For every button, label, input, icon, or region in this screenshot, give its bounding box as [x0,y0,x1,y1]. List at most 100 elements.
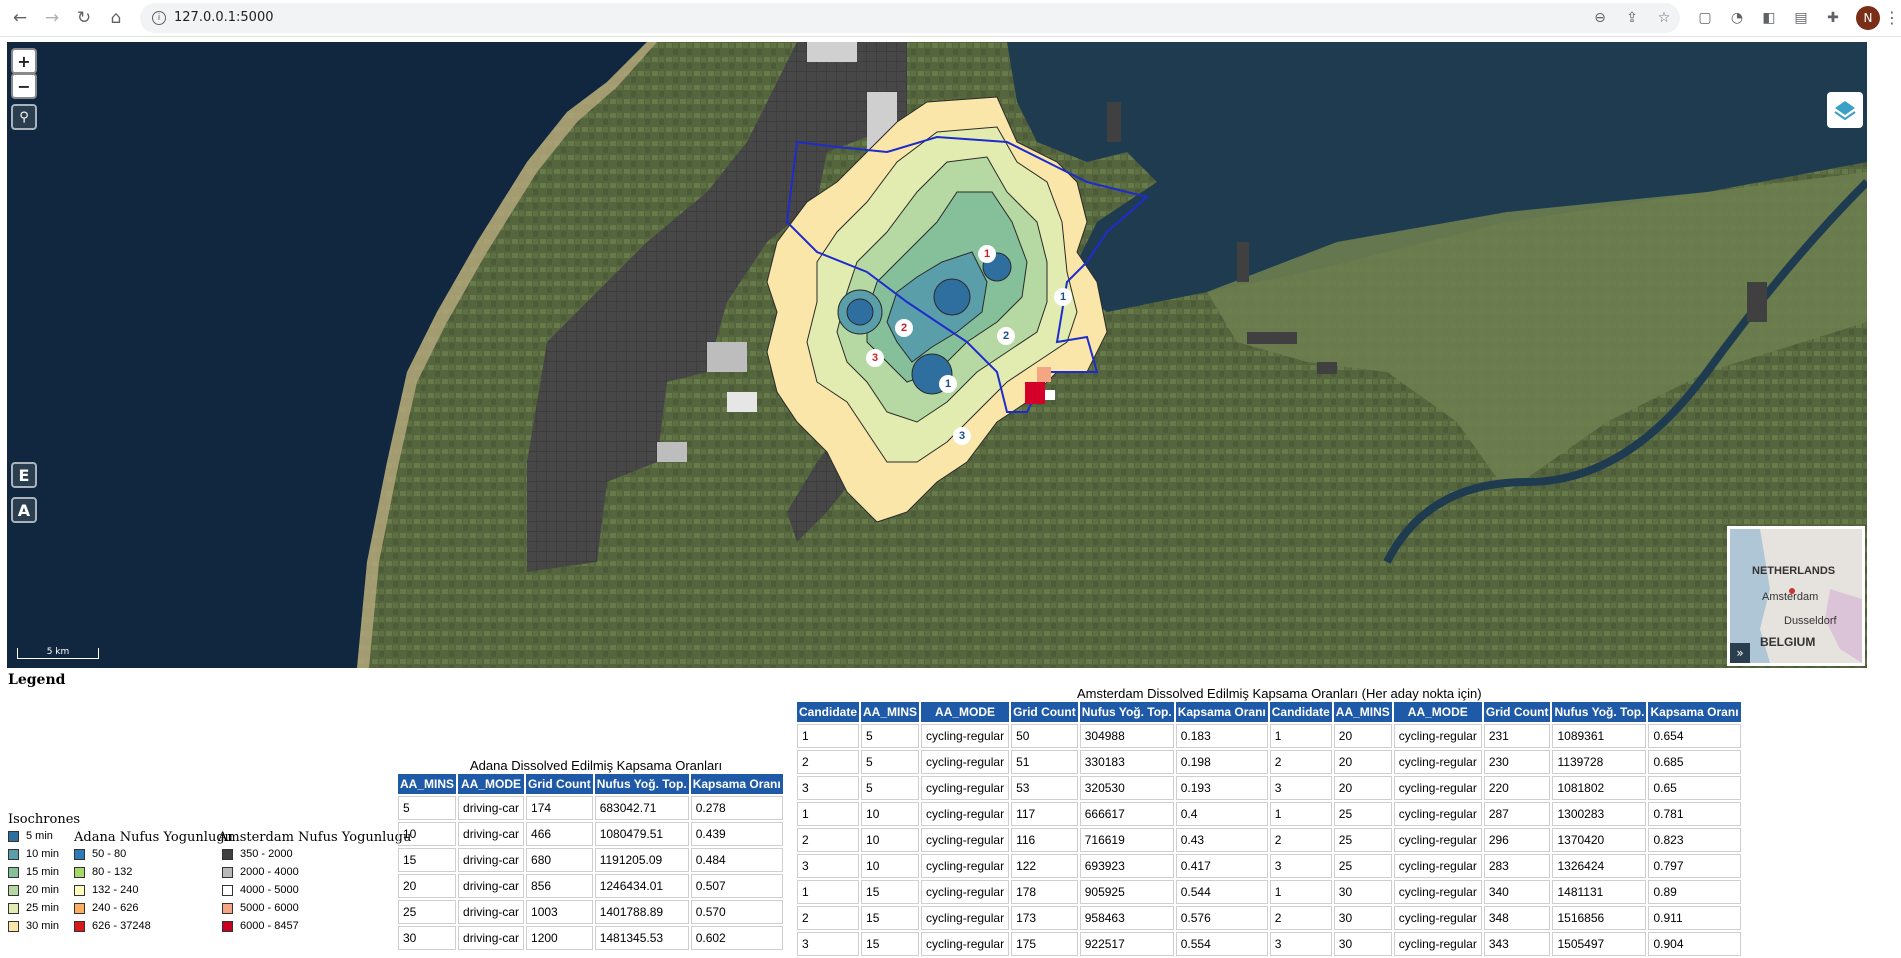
table-row: 25 driving-car 1003 1401788.89 0.570 [398,900,783,924]
table-cell: 0.65 [1648,776,1741,800]
zoom-out-button[interactable]: − [11,73,37,99]
legend-label: 15 min [26,866,60,878]
table-cell: 348 [1483,906,1551,930]
reload-icon[interactable]: ↻ [72,6,96,30]
table-cell: 1300283 [1552,802,1647,826]
table-row: 1 10 cycling-regular 117 666617 0.4 1 25 cycling… [797,802,1741,826]
minimap-expand-button[interactable]: » [1730,643,1750,663]
adana-table-caption: Adana Dissolved Edilmiş Kapsama Oranları [470,758,723,773]
table-cell: 122 [1011,854,1078,878]
table-cell: 10 [861,802,920,826]
table-cell: driving-car [458,900,525,924]
table-cell: driving-car [458,796,525,820]
puzzle-icon[interactable]: ✚ [1824,9,1842,27]
table-header-cell: Nufus Yoğ. Top. [1079,702,1174,722]
minimap-label: NETHERLANDS [1752,565,1836,577]
legend-swatch [74,920,85,932]
legend-label: 132 - 240 [92,884,139,896]
table-row: 15 driving-car 680 1191205.09 0.484 [398,848,783,872]
legend-swatch [222,902,233,914]
table-cell: 3 [1269,776,1332,800]
candidate-marker[interactable]: 1 [939,375,957,393]
profile-avatar[interactable]: N [1856,6,1880,30]
table-cell: 117 [1011,802,1078,826]
table-header-cell: Candidate [797,702,860,722]
table-cell: 296 [1483,828,1551,852]
table-cell: 15 [861,932,920,956]
extension-icon[interactable]: ▤ [1792,9,1810,27]
table-cell: 173 [1011,906,1078,930]
legend-label: 30 min [26,920,60,932]
table-cell: 0.89 [1648,880,1741,904]
candidate-marker[interactable]: 1 [978,245,996,263]
table-cell: 220 [1483,776,1551,800]
table-cell: 856 [526,874,593,898]
table-cell: 0.507 [690,874,783,898]
layers-button[interactable] [1827,92,1863,128]
legend-swatch [8,902,19,914]
back-arrow-icon[interactable]: ← [8,6,32,30]
forward-arrow-icon[interactable]: → [40,6,64,30]
table-cell: 1505497 [1552,932,1647,956]
table-header-cell: Kapsama Oranı [690,774,783,794]
table-cell: 1139728 [1552,750,1647,774]
candidate-marker[interactable]: 2 [895,319,913,337]
population-grid [1247,332,1297,344]
adana-legend-title: Adana Nufus Yogunlugu [74,830,234,845]
legend-swatch [222,884,233,896]
table-cell: 1326424 [1552,854,1647,878]
candidate-marker[interactable]: 1 [1054,288,1072,306]
candidate-marker[interactable]: 3 [953,427,971,445]
extension-icon[interactable]: ◧ [1760,9,1778,27]
candidate-marker[interactable]: 2 [997,327,1015,345]
minimap[interactable]: NETHERLANDS Amsterdam Dusseldorf BELGIUM… [1727,526,1865,666]
table-row: 2 5 cycling-regular 51 330183 0.198 2 20 cycling… [797,750,1741,774]
legend-item: 2000 - 4000 [222,866,299,878]
search-icon[interactable]: ⚲ [11,104,37,130]
info-icon[interactable]: i [152,11,166,25]
table-cell: 20 [1333,750,1392,774]
legend-label: 6000 - 8457 [240,920,299,932]
bookmark-star-icon[interactable]: ☆ [1654,8,1674,28]
map-view[interactable]: 1231231 + − ⚲ E A 5 km NETHERLANDS Amste… [7,42,1867,668]
table-row: 30 driving-car 1200 1481345.53 0.602 [398,926,783,950]
legend-item: 25 min [8,902,59,914]
url-text[interactable]: 127.0.0.1:5000 [174,10,274,25]
zoom-in-button[interactable]: + [11,48,37,74]
legend-title: Legend [8,672,66,688]
table-cell: 3 [797,854,860,878]
extension-icon[interactable]: ◔ [1728,9,1746,27]
table-cell: 20 [398,874,457,898]
table-cell: cycling-regular [1393,724,1482,748]
address-bar[interactable]: i 127.0.0.1:5000 ⊖ ⇪ ☆ [140,3,1680,33]
share-icon[interactable]: ⇪ [1622,8,1642,28]
e-button[interactable]: E [11,462,37,488]
table-cell: cycling-regular [921,932,1010,956]
extension-icon[interactable]: ▢ [1696,9,1714,27]
zoom-out-icon[interactable]: ⊖ [1590,8,1610,28]
table-cell: 0.781 [1648,802,1741,826]
menu-icon[interactable]: ⋮ [1884,8,1900,27]
legend-label: 626 - 37248 [92,920,151,932]
legend-swatch [74,884,85,896]
a-button[interactable]: A [11,497,37,523]
table-cell: 1080479.51 [594,822,689,846]
table-cell: 330183 [1079,750,1174,774]
legend-item: 6000 - 8457 [222,920,299,932]
table-body: 5 driving-car 174 683042.71 0.278 10 driving-c… [398,796,783,950]
isochrones-legend-title: Isochrones [8,812,81,827]
table-cell: 5 [861,724,920,748]
table-cell: 0.417 [1175,854,1268,878]
table-cell: 343 [1483,932,1551,956]
candidate-marker[interactable]: 3 [866,349,884,367]
legend-item: 626 - 37248 [74,920,151,932]
table-cell: 20 [1333,724,1392,748]
table-header-cell: Nufus Yoğ. Top. [1552,702,1647,722]
table-cell: 25 [1333,828,1392,852]
table-cell: 1246434.01 [594,874,689,898]
legend-label: 80 - 132 [92,866,133,878]
legend-item: 50 - 80 [74,848,126,860]
home-icon[interactable]: ⌂ [104,6,128,30]
amsterdam-table-caption: Amsterdam Dissolved Edilmiş Kapsama Oran… [1077,686,1482,701]
table-cell: 0.654 [1648,724,1741,748]
